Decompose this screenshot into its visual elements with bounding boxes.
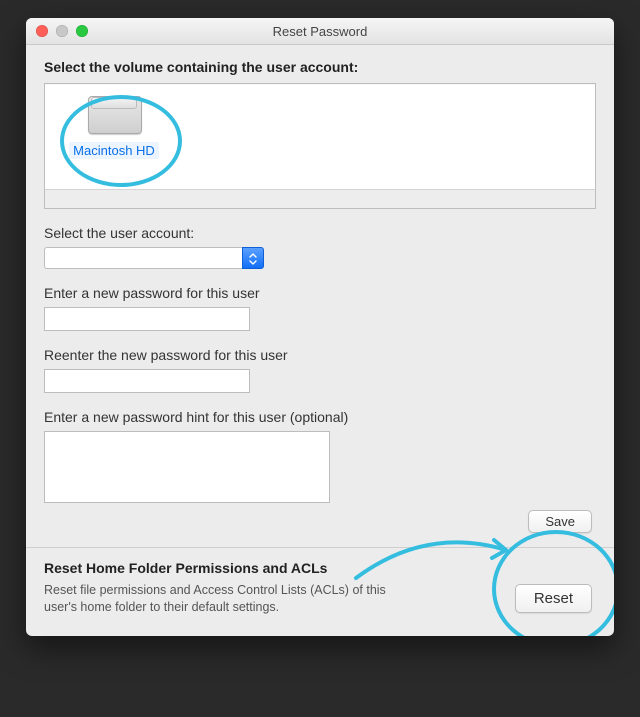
section-divider [26,547,614,548]
password-hint-input[interactable] [44,431,330,503]
reset-button[interactable]: Reset [515,584,592,613]
volume-list-panel[interactable]: Macintosh HD [44,83,596,209]
save-row: Save [44,510,596,533]
password-hint-block: Enter a new password hint for this user … [44,409,596,506]
titlebar: Reset Password [26,18,614,45]
chevron-updown-icon [247,251,259,267]
confirm-password-label: Reenter the new password for this user [44,347,596,363]
hard-drive-icon [82,90,146,138]
reset-password-window: Reset Password Select the volume contain… [26,18,614,636]
permissions-title: Reset Home Folder Permissions and ACLs [44,560,596,576]
permissions-block: Reset Home Folder Permissions and ACLs R… [44,560,596,616]
new-password-label: Enter a new password for this user [44,285,596,301]
dropdown-button[interactable] [242,247,264,269]
select-volume-label: Select the volume containing the user ac… [44,59,596,75]
user-account-block: Select the user account: [44,225,596,269]
annotation-circle-reset [492,530,614,636]
user-account-select[interactable] [44,247,264,269]
horizontal-scroll-track[interactable] [45,189,595,208]
confirm-password-input[interactable] [44,369,250,393]
volume-item-macintosh-hd[interactable]: Macintosh HD [59,90,169,159]
password-hint-label: Enter a new password hint for this user … [44,409,596,425]
window-title: Reset Password [26,24,614,39]
confirm-password-block: Reenter the new password for this user [44,347,596,393]
volume-name-label: Macintosh HD [69,142,159,159]
content-area: Select the volume containing the user ac… [26,45,614,636]
new-password-input[interactable] [44,307,250,331]
save-button[interactable]: Save [528,510,592,533]
select-user-label: Select the user account: [44,225,596,241]
permissions-description: Reset file permissions and Access Contro… [44,582,414,616]
user-account-value [44,247,242,269]
new-password-block: Enter a new password for this user [44,285,596,331]
